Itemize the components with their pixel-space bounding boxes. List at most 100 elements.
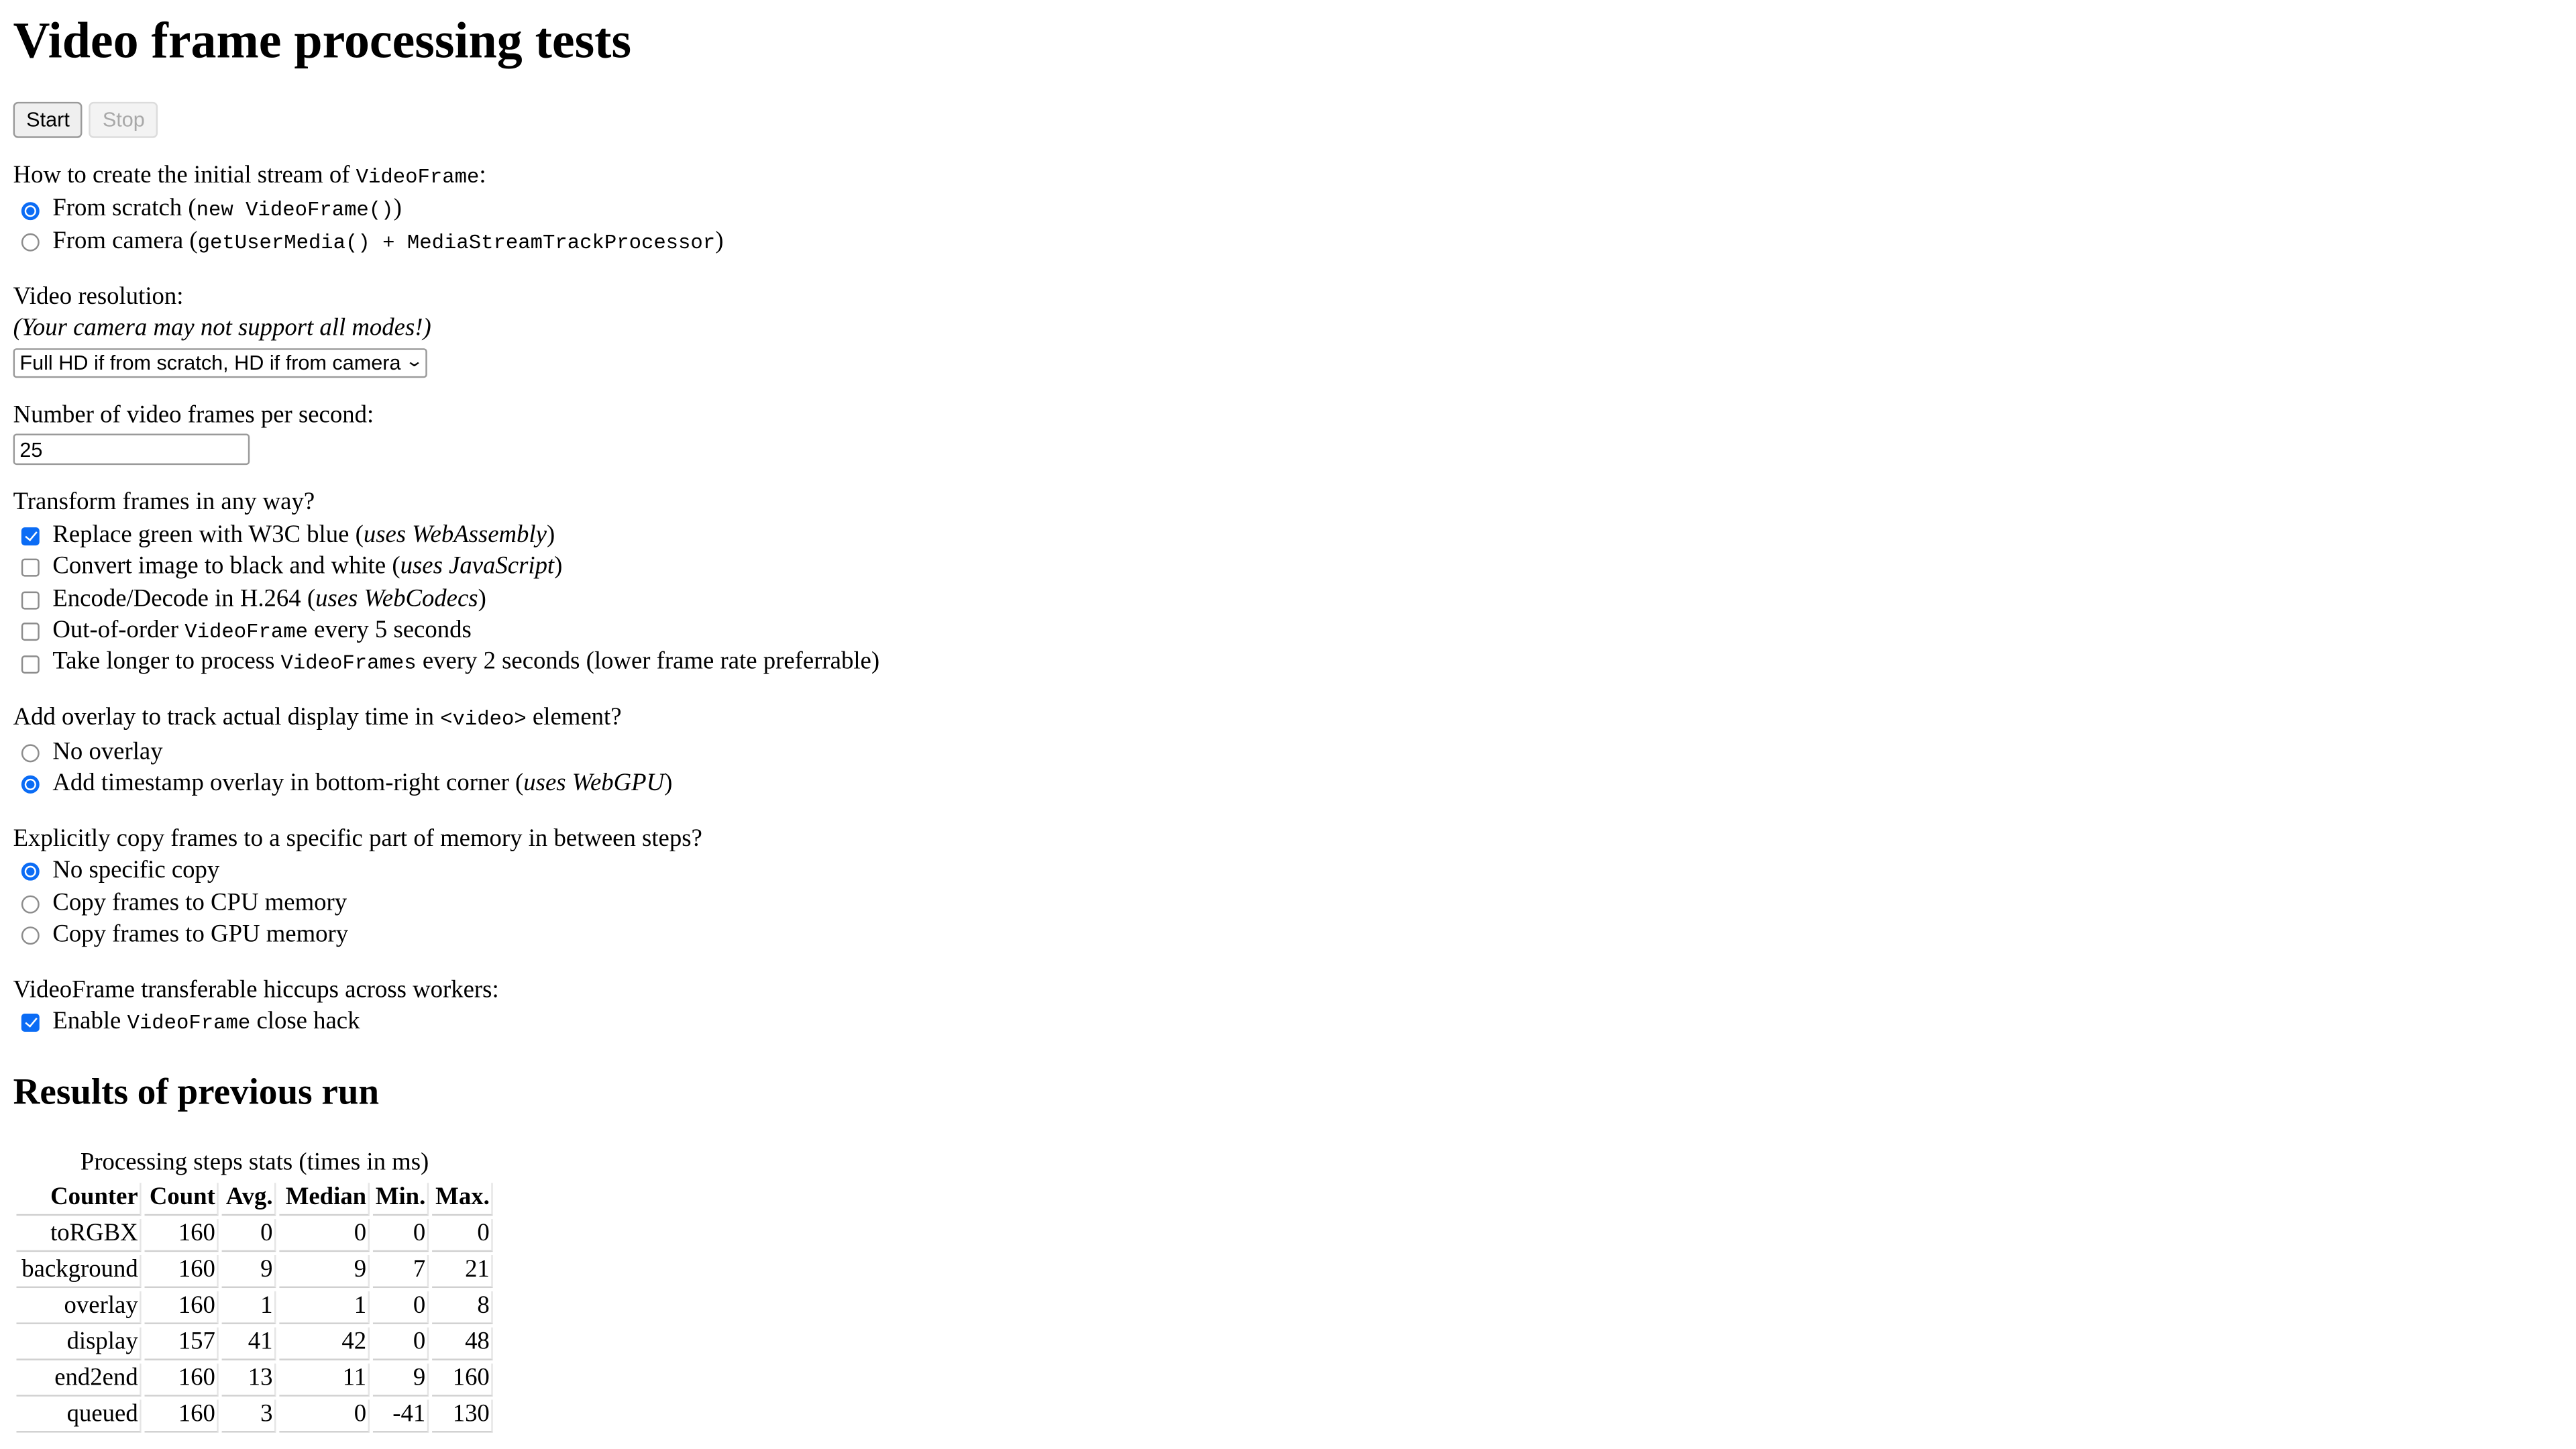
- radio-button[interactable]: [21, 775, 40, 794]
- radio-button[interactable]: [21, 201, 40, 220]
- counter-name-cell: toRGBX: [16, 1218, 142, 1251]
- page-title: Video frame processing tests: [13, 11, 632, 69]
- stat-cell: 13: [221, 1362, 276, 1396]
- stat-cell: 160: [144, 1362, 219, 1396]
- resolution-label: Video resolution:: [13, 283, 184, 310]
- stat-cell: 42: [279, 1326, 370, 1360]
- stat-cell: 9: [372, 1362, 429, 1396]
- stat-cell: 0: [372, 1218, 429, 1251]
- radio-button[interactable]: [21, 863, 40, 881]
- stat-cell: 48: [432, 1326, 493, 1360]
- results-title: Results of previous run: [13, 1070, 380, 1112]
- resolution-section: Video resolution: (Your camera may not s…: [13, 282, 2563, 378]
- memory-option-cpu[interactable]: Copy frames to CPU memory: [13, 888, 2563, 920]
- counter-name-cell: queued: [16, 1399, 142, 1432]
- column-header: Count: [144, 1182, 219, 1216]
- transform-section: Transform frames in any way? Replace gre…: [13, 488, 2563, 680]
- stat-cell: 0: [279, 1399, 370, 1432]
- stat-cell: 130: [432, 1399, 493, 1432]
- stat-cell: 9: [221, 1254, 276, 1287]
- transform-option-h264[interactable]: Encode/Decode in H.264 (uses WebCodecs): [13, 584, 2563, 616]
- transform-label: Transform frames in any way?: [13, 489, 315, 516]
- table-row: end2end 160 13 11 9 160: [16, 1362, 493, 1396]
- stat-cell: 160: [144, 1399, 219, 1432]
- stat-cell: 0: [279, 1218, 370, 1251]
- counter-name-cell: background: [16, 1254, 142, 1287]
- overlay-option-none[interactable]: No overlay: [13, 737, 2563, 769]
- counter-name-cell: end2end: [16, 1362, 142, 1396]
- stat-cell: 160: [144, 1290, 219, 1324]
- overlay-label: Add overlay to track actual display time…: [13, 704, 622, 731]
- start-button[interactable]: Start: [13, 101, 83, 138]
- chevron-down-icon: ⌄: [405, 353, 424, 372]
- resolution-note: (Your camera may not support all modes!): [13, 315, 431, 342]
- column-header: Counter: [16, 1182, 142, 1216]
- stat-cell: 157: [144, 1326, 219, 1360]
- stop-button[interactable]: Stop: [89, 101, 158, 138]
- stat-cell: 0: [221, 1218, 276, 1251]
- stat-cell: 11: [279, 1362, 370, 1396]
- stats-caption: Processing steps stats (times in ms): [80, 1149, 429, 1176]
- checkbox[interactable]: [21, 1014, 40, 1032]
- memory-option-none[interactable]: No specific copy: [13, 856, 2563, 888]
- column-header: Median: [279, 1182, 370, 1216]
- checkbox[interactable]: [21, 591, 40, 609]
- checkbox[interactable]: [21, 655, 40, 674]
- table-row: toRGBX 160 0 0 0 0: [16, 1218, 493, 1251]
- stat-cell: 0: [372, 1290, 429, 1324]
- stat-cell: 1: [279, 1290, 370, 1324]
- page: Video frame processing tests Start Stop …: [0, 0, 2576, 1449]
- memory-section: Explicitly copy frames to a specific par…: [13, 824, 2563, 952]
- radio-button[interactable]: [21, 743, 40, 762]
- stat-cell: 21: [432, 1254, 493, 1287]
- column-header: Max.: [432, 1182, 493, 1216]
- stat-cell: 1: [221, 1290, 276, 1324]
- table-row: display 157 41 42 0 48: [16, 1326, 493, 1360]
- stat-cell: 8: [432, 1290, 493, 1324]
- radio-button[interactable]: [21, 233, 40, 252]
- stat-cell: 7: [372, 1254, 429, 1287]
- fps-section: Number of video frames per second:: [13, 400, 2563, 466]
- checkbox[interactable]: [21, 527, 40, 545]
- transform-option-out-of-order[interactable]: Out-of-order VideoFrame every 5 seconds: [13, 616, 2563, 648]
- stat-cell: -41: [372, 1399, 429, 1432]
- stat-cell: 160: [144, 1218, 219, 1251]
- stat-cell: 160: [432, 1362, 493, 1396]
- hiccups-option-close-hack[interactable]: Enable VideoFrame close hack: [13, 1007, 2563, 1039]
- source-option-scratch[interactable]: From scratch (new VideoFrame()): [13, 195, 2563, 227]
- hiccups-section: VideoFrame transferable hiccups across w…: [13, 975, 2563, 1039]
- memory-option-gpu[interactable]: Copy frames to GPU memory: [13, 920, 2563, 952]
- counter-name-cell: display: [16, 1326, 142, 1360]
- source-section: How to create the initial stream of Vide…: [13, 161, 2563, 259]
- table-header-row: Counter Count Avg. Median Min. Max.: [16, 1182, 493, 1216]
- radio-button[interactable]: [21, 926, 40, 945]
- table-row: queued 160 3 0 -41 130: [16, 1399, 493, 1432]
- memory-label: Explicitly copy frames to a specific par…: [13, 825, 702, 852]
- column-header: Avg.: [221, 1182, 276, 1216]
- stat-cell: 0: [432, 1218, 493, 1251]
- resolution-select[interactable]: Full HD if from scratch, HD if from came…: [13, 347, 428, 378]
- checkbox[interactable]: [21, 559, 40, 578]
- checkbox[interactable]: [21, 623, 40, 641]
- transform-option-black-white[interactable]: Convert image to black and white (uses J…: [13, 552, 2563, 584]
- stat-cell: 160: [144, 1254, 219, 1287]
- hiccups-label: VideoFrame transferable hiccups across w…: [13, 976, 499, 1004]
- transform-option-slow-process[interactable]: Take longer to process VideoFrames every…: [13, 648, 2563, 680]
- stat-cell: 0: [372, 1326, 429, 1360]
- stat-cell: 41: [221, 1326, 276, 1360]
- table-row: overlay 160 1 1 0 8: [16, 1290, 493, 1324]
- source-label: How to create the initial stream of Vide…: [13, 162, 486, 189]
- radio-button[interactable]: [21, 895, 40, 914]
- fps-label: Number of video frames per second:: [13, 401, 374, 428]
- overlay-section: Add overlay to track actual display time…: [13, 703, 2563, 801]
- stat-cell: 9: [279, 1254, 370, 1287]
- overlay-option-timestamp[interactable]: Add timestamp overlay in bottom-right co…: [13, 769, 2563, 801]
- table-row: background 160 9 9 7 21: [16, 1254, 493, 1287]
- source-option-camera[interactable]: From camera (getUserMedia() + MediaStrea…: [13, 227, 2563, 259]
- toolbar: Start Stop: [13, 101, 2563, 138]
- stat-cell: 3: [221, 1399, 276, 1432]
- stats-table: Processing steps stats (times in ms) Cou…: [13, 1148, 496, 1436]
- fps-input[interactable]: [13, 433, 250, 466]
- column-header: Min.: [372, 1182, 429, 1216]
- transform-option-w3c-blue[interactable]: Replace green with W3C blue (uses WebAss…: [13, 520, 2563, 552]
